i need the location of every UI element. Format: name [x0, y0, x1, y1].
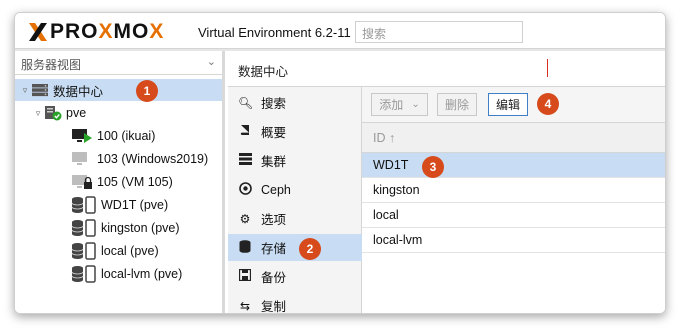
tree-item-storage-local-lvm[interactable]: local-lvm (pve): [71, 263, 182, 285]
vm-stopped-icon: [72, 152, 87, 165]
tree-item-vm-100[interactable]: 100 (ikuai): [71, 125, 155, 147]
storage-icon: [71, 196, 96, 214]
datacenter-nav-menu: 🔍︎ 搜索 概要 集群 Ceph ⚙︎ 选项 存储 备份 ⇆ 复制: [228, 87, 362, 314]
view-selector[interactable]: 服务器视图 ⌄: [15, 51, 222, 75]
tree-item-label: pve: [66, 106, 87, 120]
chevron-down-icon: ⌄: [411, 99, 420, 110]
nav-item-label: 概要: [261, 126, 287, 140]
text-cursor: [547, 59, 548, 77]
gear-icon: ⚙︎: [239, 211, 251, 226]
tree-item-storage-wd1t[interactable]: WD1T (pve): [71, 194, 168, 216]
nav-item-backup[interactable]: 备份: [228, 263, 362, 290]
storage-icon: [71, 265, 96, 283]
add-button-label: 添加: [379, 98, 404, 112]
tree-item-node-pve[interactable]: ▿ pve: [32, 102, 86, 124]
brand-name: PROXMOX: [50, 20, 165, 43]
callout-badge: 4: [537, 93, 559, 115]
callout-badge: 2: [299, 238, 321, 260]
nav-item-ceph[interactable]: Ceph: [228, 176, 362, 203]
version-label: Virtual Environment 6.2-11: [198, 25, 351, 40]
tree-item-label: kingston (pve): [101, 221, 180, 235]
nav-item-label: Ceph: [261, 182, 291, 197]
tree-item-label: 数据中心: [53, 84, 104, 99]
nav-item-replication[interactable]: ⇆ 复制: [228, 292, 362, 314]
proxmox-logo: PROXMOX: [27, 21, 164, 43]
search-icon: 🔍︎: [238, 95, 254, 110]
tree-item-label: 105 (VM 105): [97, 175, 173, 189]
nav-item-label: 存储: [261, 242, 287, 256]
tree-item-label: WD1T (pve): [101, 198, 169, 212]
floppy-icon: [238, 268, 252, 284]
vm-running-icon: [72, 129, 92, 143]
add-button[interactable]: 添加 ⌄: [371, 93, 428, 116]
column-header-id[interactable]: ID ↑: [362, 123, 665, 153]
nav-item-label: 选项: [261, 213, 287, 227]
collapse-toggle-icon[interactable]: ▿: [19, 85, 31, 96]
callout-badge: 3: [422, 156, 444, 178]
retweet-icon: ⇆: [239, 298, 251, 313]
tree-item-label: local-lvm (pve): [101, 267, 183, 281]
book-icon: [238, 124, 252, 139]
nav-item-options[interactable]: ⚙︎ 选项: [228, 205, 362, 232]
tree-item-label: 103 (Windows2019): [97, 152, 209, 166]
resource-tree-panel: 服务器视图 ⌄ ▿ 数据中心 ▿ pve 100 (ikuai) 103 (Wi…: [15, 51, 225, 313]
chevron-down-icon: ⌄: [206, 56, 216, 68]
storage-toolbar: 添加 ⌄ 删除 编辑: [362, 87, 665, 123]
tree-item-label: local (pve): [101, 244, 159, 258]
storage-grid-panel: 添加 ⌄ 删除 编辑 ID ↑ WD1T kingston local loca…: [362, 87, 665, 313]
edit-button[interactable]: 编辑: [488, 93, 528, 116]
remove-button[interactable]: 删除: [437, 93, 477, 116]
tree-item-vm-103[interactable]: 103 (Windows2019): [71, 148, 208, 170]
tree-item-vm-105[interactable]: 105 (VM 105): [71, 171, 173, 193]
storage-icon: [71, 219, 96, 237]
nav-item-label: 集群: [261, 155, 287, 169]
table-row[interactable]: kingston: [362, 178, 665, 203]
vm-locked-icon: [72, 175, 92, 189]
view-selector-label: 服务器视图: [21, 58, 82, 72]
content-title: 数据中心: [228, 51, 665, 87]
database-icon: [238, 239, 252, 256]
callout-badge: 1: [136, 80, 158, 102]
tree-item-datacenter[interactable]: ▿ 数据中心: [15, 79, 222, 101]
top-bar: PROXMOX Virtual Environment 6.2-11 搜索: [15, 13, 665, 49]
collapse-toggle-icon[interactable]: ▿: [32, 108, 44, 119]
nav-item-cluster[interactable]: 集群: [228, 147, 362, 174]
tree-item-storage-local[interactable]: local (pve): [71, 240, 159, 262]
nav-item-label: 搜索: [261, 97, 287, 111]
datacenter-icon: [32, 84, 48, 97]
nav-item-summary[interactable]: 概要: [228, 118, 362, 145]
ceph-icon: [238, 181, 252, 198]
storage-icon: [71, 242, 96, 260]
proxmox-x-icon: [29, 23, 47, 41]
proxmox-window: PROXMOX Virtual Environment 6.2-11 搜索 服务…: [14, 12, 666, 314]
nav-item-label: 备份: [261, 271, 287, 285]
nav-item-storage[interactable]: 存储: [228, 234, 362, 261]
server-icon: [238, 153, 252, 168]
nav-item-label: 复制: [261, 300, 287, 314]
table-row[interactable]: local-lvm: [362, 228, 665, 253]
node-online-icon: [45, 106, 62, 121]
search-input[interactable]: 搜索: [355, 21, 523, 43]
nav-item-search[interactable]: 🔍︎ 搜索: [228, 89, 362, 116]
table-row[interactable]: WD1T: [362, 153, 665, 178]
tree-item-label: 100 (ikuai): [97, 129, 156, 143]
tree-item-storage-kingston[interactable]: kingston (pve): [71, 217, 180, 239]
table-row[interactable]: local: [362, 203, 665, 228]
